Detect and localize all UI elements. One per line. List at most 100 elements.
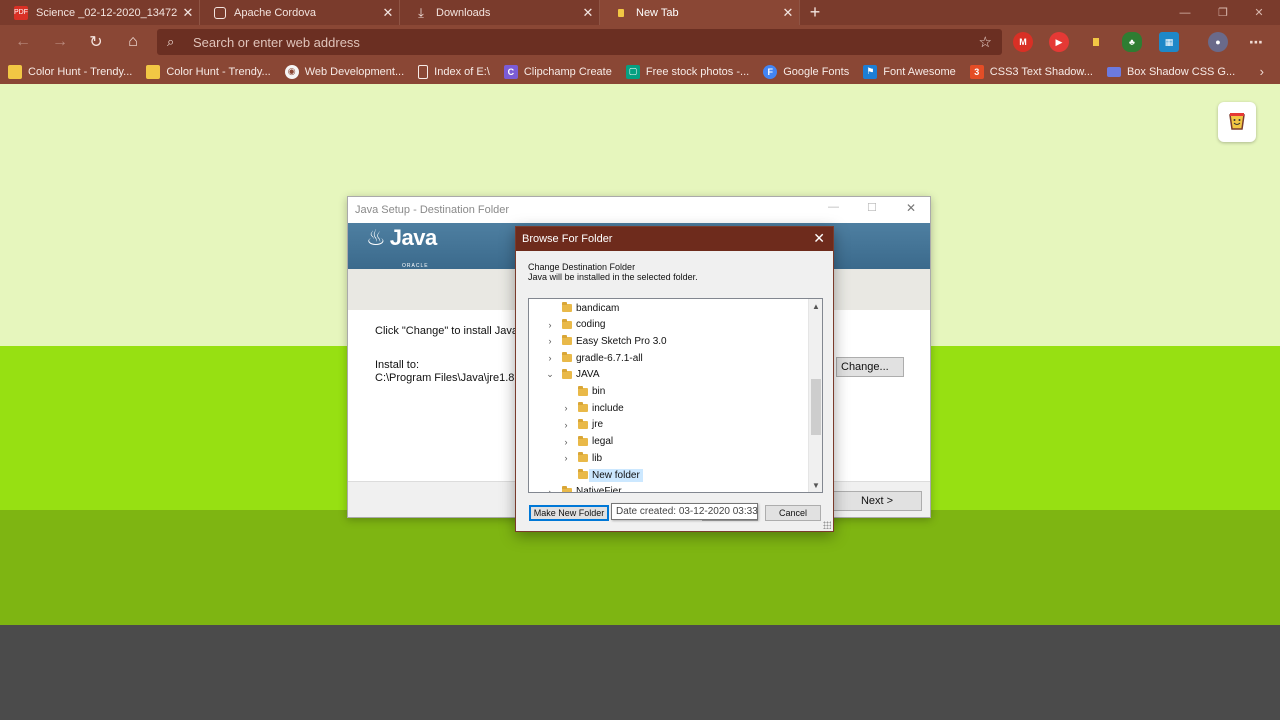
bookmark-icon: C [503, 64, 518, 79]
folder-icon [578, 385, 588, 396]
bookmark-label: CSS3 Text Shadow... [989, 65, 1093, 78]
tree-folder-item[interactable]: › legal [529, 434, 809, 450]
tree-folder-item[interactable]: › coding [529, 317, 809, 333]
close-window-button[interactable]: ✕ [1236, 0, 1280, 25]
gmail-extension-icon[interactable]: M [1013, 32, 1033, 52]
bookmark-item[interactable]: Color Hunt - Trendy... [8, 64, 132, 79]
browse-for-folder-dialog: Browse For Folder ✕ Change Destination F… [515, 226, 834, 532]
tree-folder-item[interactable]: bin [529, 384, 809, 400]
cancel-button[interactable]: Cancel [765, 505, 821, 521]
tree-folder-item[interactable]: › include [529, 400, 809, 416]
bookmark-label: Color Hunt - Trendy... [166, 65, 271, 78]
cordova-icon [214, 6, 226, 19]
bookmark-item[interactable]: Color Hunt - Trendy... [146, 64, 271, 79]
dialog-subheading: Java will be installed in the selected f… [528, 272, 698, 282]
home-button[interactable]: ⌂ [115, 25, 151, 59]
tab-bar: PDF Science _02-12-2020_134724.pdf ✕ Apa… [0, 0, 1280, 25]
minimize-button[interactable]: — [828, 201, 839, 213]
tree-folder-label: NativeFier [576, 486, 622, 493]
bookmark-item[interactable]: ▢ Free stock photos -... [625, 64, 749, 79]
tree-folder-item[interactable]: › gradle-6.7.1-all [529, 350, 809, 366]
tree-folder-item[interactable]: › NativeFier [529, 484, 809, 493]
chevron-right-icon[interactable]: › [545, 320, 555, 330]
chevron-right-icon[interactable]: › [561, 420, 571, 430]
next-button[interactable]: Next > [832, 491, 922, 511]
bookmark-label: Clipchamp Create [523, 65, 612, 78]
tree-folder-item[interactable]: bandicam [529, 300, 809, 316]
close-icon[interactable]: ✕ [813, 231, 825, 245]
bookmark-label: Index of E:\ [434, 65, 490, 78]
tree-folder-item[interactable]: › Easy Sketch Pro 3.0 [529, 333, 809, 349]
bookmark-label: Box Shadow CSS G... [1126, 65, 1236, 78]
scroll-thumb[interactable] [811, 379, 821, 435]
scroll-down-arrow-icon[interactable]: ▼ [809, 478, 822, 492]
resize-grip[interactable] [823, 521, 831, 529]
tab-pdf[interactable]: PDF Science _02-12-2020_134724.pdf ✕ [0, 0, 200, 25]
new-tab-button[interactable]: + [800, 0, 830, 25]
close-button[interactable]: ✕ [906, 201, 916, 215]
address-input[interactable] [193, 34, 953, 50]
close-icon[interactable]: ✕ [577, 5, 599, 21]
bookmarks-bar: Color Hunt - Trendy... Color Hunt - Tren… [0, 59, 1280, 84]
grid-extension-icon[interactable]: ▦ [1159, 32, 1179, 52]
bookmark-item[interactable]: Box Shadow CSS G... [1106, 65, 1236, 78]
color-band [0, 625, 1280, 720]
more-menu-icon[interactable]: ⋯ [1246, 32, 1266, 52]
chevron-right-icon[interactable]: › [561, 437, 571, 447]
chevron-right-icon[interactable]: › [545, 353, 555, 363]
tree-extension-icon[interactable]: ♣ [1122, 32, 1142, 52]
chevron-right-icon[interactable]: › [545, 487, 555, 492]
close-icon[interactable]: ✕ [377, 5, 399, 21]
java-logo: ♨ Java ORACLE [366, 227, 437, 270]
dialog-title: Browse For Folder [522, 233, 613, 245]
favorite-star-icon[interactable]: ☆ [979, 33, 992, 51]
tree-folder-item[interactable]: › lib [529, 450, 809, 466]
folder-icon [562, 352, 572, 363]
youtube-extension-icon[interactable]: ▶ [1049, 32, 1069, 52]
flag-icon: ⚑ [863, 64, 878, 79]
file-icon [418, 64, 429, 79]
close-icon[interactable]: ✕ [777, 5, 799, 21]
tree-folder-label: gradle-6.7.1-all [576, 352, 643, 364]
tab-cordova[interactable]: Apache Cordova ✕ [200, 0, 400, 25]
make-new-folder-button[interactable]: Make New Folder [529, 505, 609, 521]
install-instruction: Click "Change" to install Java [375, 325, 518, 337]
bookmark-item[interactable]: F Google Fonts [763, 64, 849, 79]
folder-icon [562, 302, 572, 312]
refresh-button[interactable]: ↻ [78, 25, 114, 59]
bookmark-item[interactable]: Index of E:\ [418, 64, 490, 79]
install-path: C:\Program Files\Java\jre1.8.0_2 [375, 372, 536, 384]
chevron-down-icon[interactable]: ⌄ [545, 369, 555, 380]
chevron-right-icon[interactable]: › [561, 453, 571, 463]
scroll-up-arrow-icon[interactable]: ▲ [809, 299, 822, 313]
dialog-titlebar: Browse For Folder ✕ [516, 227, 833, 251]
bookmark-item[interactable]: 3 CSS3 Text Shadow... [969, 64, 1093, 79]
tree-folder-item[interactable]: › jre [529, 417, 809, 433]
close-icon[interactable]: ✕ [177, 5, 199, 21]
folder-icon [562, 485, 572, 492]
tree-folder-label: bin [592, 386, 606, 397]
address-bar[interactable]: ⌕ ☆ [157, 29, 1002, 55]
tree-folder-label: coding [576, 319, 606, 331]
tampermonkey-extension-icon[interactable] [1086, 32, 1106, 52]
back-button[interactable]: ← [5, 25, 41, 59]
bookmark-item[interactable]: ◉ Web Development... [284, 64, 404, 79]
profile-avatar[interactable]: ● [1208, 32, 1228, 52]
maximize-button[interactable]: ☐ [867, 201, 877, 214]
tab-new-tab[interactable]: New Tab ✕ [600, 0, 800, 25]
chevron-right-icon[interactable]: › [545, 336, 555, 346]
cup-widget-icon[interactable] [1218, 102, 1256, 142]
chevron-right-icon[interactable]: › [561, 403, 571, 413]
tab-downloads[interactable]: ⤓ Downloads ✕ [400, 0, 600, 25]
change-button[interactable]: Change... [836, 357, 904, 377]
tree-scrollbar[interactable]: ▲ ▼ [808, 299, 822, 492]
chevron-right-icon[interactable]: › [1260, 64, 1264, 79]
folder-icon [578, 435, 588, 446]
tree-folder-item[interactable]: New folder [529, 467, 809, 483]
forward-button[interactable]: → [42, 25, 78, 59]
bookmark-item[interactable]: C Clipchamp Create [503, 64, 612, 79]
folder-tree[interactable]: › NativeFier New folder › lib › legal › jre › incl… [528, 298, 823, 493]
bookmark-item[interactable]: ⚑ Font Awesome [863, 64, 956, 79]
java-titlebar: Java Setup - Destination Folder — ☐ ✕ [348, 197, 930, 223]
tree-folder-item[interactable]: ⌄ JAVA [529, 367, 809, 383]
